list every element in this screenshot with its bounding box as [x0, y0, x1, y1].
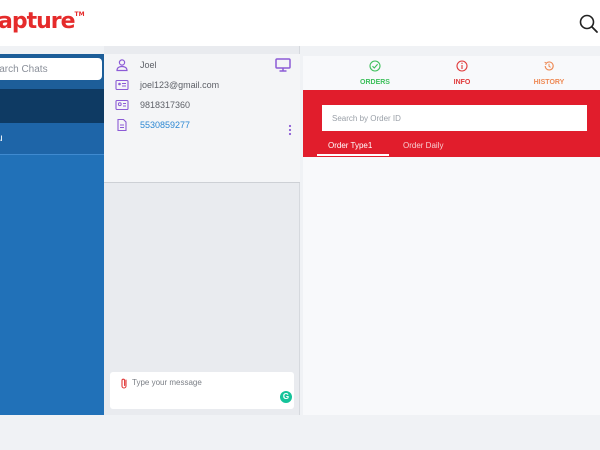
- info-icon: [456, 60, 468, 72]
- chat-search-input[interactable]: [0, 58, 102, 80]
- contact-email-row: joel123@gmail.com: [104, 77, 300, 95]
- contact-id-link[interactable]: 5530859277: [140, 120, 190, 130]
- contact-email: joel123@gmail.com: [140, 80, 220, 90]
- tab-history[interactable]: HISTORY: [519, 60, 579, 90]
- order-search-bar: Order Type1 Order Daily: [303, 90, 600, 157]
- brand-logo: aptureTM: [0, 9, 85, 34]
- id-card-icon: [115, 79, 129, 91]
- chat-list-sidebar: u: [0, 54, 104, 415]
- chat-list-item-label: u: [0, 133, 3, 144]
- check-circle-icon: [369, 60, 381, 72]
- tab-order-type1[interactable]: Order Type1: [328, 141, 372, 150]
- contact-phone: 9818317360: [140, 100, 191, 110]
- document-icon: [117, 118, 127, 132]
- monitor-icon[interactable]: [275, 58, 291, 72]
- history-icon: [544, 61, 554, 71]
- tab-history-label: HISTORY: [533, 79, 565, 86]
- contact-phone-row: 9818317360: [104, 97, 300, 115]
- paperclip-icon[interactable]: [119, 377, 129, 390]
- contact-name: Joel: [140, 60, 157, 70]
- tab-orders-label: ORDERS: [360, 79, 390, 86]
- active-tab-indicator: [317, 154, 389, 156]
- message-input[interactable]: [132, 375, 282, 389]
- more-options-icon[interactable]: [287, 124, 293, 136]
- message-composer: G: [110, 372, 294, 409]
- grammarly-icon[interactable]: G: [280, 391, 292, 403]
- chat-list-item-active[interactable]: u: [0, 123, 104, 155]
- contact-id-row: 5530859277: [104, 117, 300, 135]
- chat-panel: Joel joel123@gmail.com 9818317360 553085…: [104, 46, 300, 415]
- search-icon[interactable]: [578, 13, 600, 35]
- tab-orders[interactable]: ORDERS: [345, 60, 405, 90]
- tab-info[interactable]: INFO: [432, 60, 492, 90]
- chat-list-header[interactable]: [0, 89, 104, 123]
- contact-card-icon: [115, 99, 129, 111]
- logo-text: apture: [0, 9, 76, 34]
- logo-trademark: TM: [74, 11, 85, 18]
- chat-search-bar: [0, 54, 104, 89]
- top-header: aptureTM: [0, 0, 600, 46]
- contact-info-card: Joel joel123@gmail.com 9818317360 553085…: [104, 54, 300, 183]
- contact-name-row: Joel: [104, 57, 300, 75]
- tab-info-label: INFO: [453, 79, 471, 86]
- order-id-search-input[interactable]: [322, 105, 587, 131]
- user-icon: [116, 59, 128, 72]
- tab-order-daily[interactable]: Order Daily: [403, 141, 443, 150]
